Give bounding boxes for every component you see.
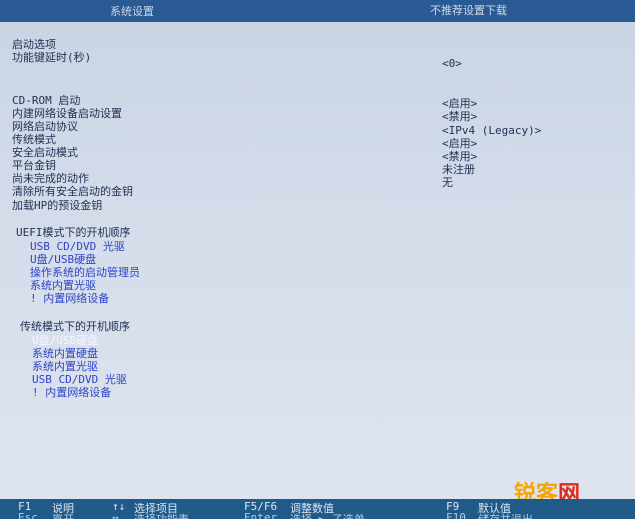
load-hp-default-keys[interactable]: 加载HP的预设金钥	[12, 199, 102, 212]
leftright-key: ↔	[112, 511, 119, 519]
uefi-boot-item[interactable]: U盘/USB硬盘	[30, 253, 96, 266]
legacy-boot-item[interactable]: 系统内置硬盘	[32, 347, 98, 360]
f10-label: 储存并退出	[478, 511, 533, 519]
platform-key-label: 平台金钥	[12, 159, 56, 172]
startup-options-heading: 启动选项	[12, 38, 56, 51]
menu-right-text[interactable]: 不推荐设置下载	[430, 2, 507, 18]
legacy-mode-label[interactable]: 传统模式	[12, 133, 56, 146]
platform-key-value: 未注册	[442, 163, 475, 176]
network-boot-value[interactable]: <禁用>	[442, 110, 477, 123]
leftright-label: 选择功能表	[134, 511, 189, 519]
clear-secure-boot-keys[interactable]: 清除所有安全启动的金钥	[12, 185, 133, 198]
legacy-boot-item-selected[interactable]: U盘/USB硬盘	[32, 334, 98, 347]
cdrom-boot-label[interactable]: CD-ROM 启动	[12, 94, 80, 107]
legacy-boot-order-heading: 传统模式下的开机顺序	[20, 320, 130, 333]
settings-panel: 启动选项 功能键延时(秒) <0> CD-ROM 启动 <启用> 内建网络设备启…	[0, 22, 635, 499]
secure-boot-label[interactable]: 安全启动模式	[12, 146, 78, 159]
network-boot-label[interactable]: 内建网络设备启动设置	[12, 107, 122, 120]
menu-title[interactable]: 系统设置	[110, 3, 154, 19]
pending-action-label: 尚未完成的动作	[12, 172, 89, 185]
top-menu-bar: 系统设置 不推荐设置下载	[0, 0, 635, 22]
enter-label: 选择 ▶ 子选单	[290, 511, 365, 519]
secure-boot-value[interactable]: <禁用>	[442, 150, 477, 163]
post-hotkey-delay-value[interactable]: <0>	[442, 57, 462, 70]
legacy-boot-item[interactable]: ! 内置网络设备	[32, 386, 111, 399]
legacy-boot-item[interactable]: USB CD/DVD 光驱	[32, 373, 127, 386]
uefi-boot-item[interactable]: 系统内置光驱	[30, 279, 96, 292]
esc-key: Esc	[18, 511, 38, 519]
cdrom-boot-value[interactable]: <启用>	[442, 97, 477, 110]
enter-key: Enter	[244, 511, 278, 519]
f10-key: F10	[446, 511, 466, 519]
esc-label: 离开	[52, 511, 74, 519]
network-protocol-label[interactable]: 网络启动协议	[12, 120, 78, 133]
uefi-boot-order-heading: UEFI模式下的开机顺序	[16, 226, 131, 239]
uefi-boot-item[interactable]: 操作系统的启动管理员	[30, 266, 140, 279]
legacy-mode-value[interactable]: <启用>	[442, 137, 477, 150]
uefi-boot-item[interactable]: ! 内置网络设备	[30, 292, 109, 305]
network-protocol-value[interactable]: <IPv4 (Legacy)>	[442, 124, 541, 137]
legacy-boot-item[interactable]: 系统内置光驱	[32, 360, 98, 373]
pending-action-value: 无	[442, 176, 453, 189]
post-hotkey-delay-label[interactable]: 功能键延时(秒)	[12, 51, 91, 64]
bios-screen: 系统设置 不推荐设置下载 启动选项 功能键延时(秒) <0> CD-ROM 启动…	[0, 0, 635, 519]
key-help-bar: F1 说明 ↑↓ 选择项目 F5/F6 调整数值 F9 默认值 Esc 离开 ↔…	[0, 499, 635, 519]
uefi-boot-item[interactable]: USB CD/DVD 光驱	[30, 240, 125, 253]
